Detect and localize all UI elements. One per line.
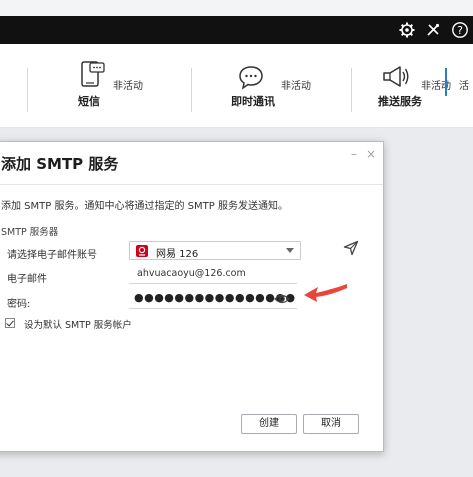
default-account-label: 设为默认 SMTP 服务帐户 (24, 320, 132, 331)
svg-text:?: ? (457, 24, 463, 37)
create-button[interactable]: 创建 (241, 414, 297, 434)
password-value: ●●●●●●●●●●●●●●●● (134, 291, 296, 304)
chevron-down-icon (286, 248, 294, 253)
close-icon[interactable]: × (366, 147, 376, 161)
section-title: SMTP 服务器 (1, 227, 59, 238)
tools-icon[interactable] (424, 21, 442, 39)
megaphone-icon[interactable] (381, 64, 411, 90)
password-field[interactable]: ●●●●●●●●●●●●●●●● (129, 290, 297, 309)
chat-icon[interactable] (237, 64, 265, 90)
default-account-checkbox[interactable] (5, 318, 15, 328)
channel-divider (191, 68, 192, 112)
sms-icon[interactable] (79, 60, 105, 88)
password-label: 密码: (7, 299, 31, 310)
netease-logo-icon (136, 245, 148, 257)
channel-divider (351, 68, 352, 112)
channel-label-push: 推送服务 (378, 95, 422, 108)
email-value: ahvuacaoyu@126.com (137, 268, 246, 279)
account-label: 请选择电子邮件账号 (7, 250, 97, 261)
channel-divider (27, 68, 28, 112)
channel-status-partial: 活 (459, 81, 469, 92)
account-value: 网易 126 (156, 249, 199, 260)
channel-label-im: 即时通讯 (231, 95, 275, 108)
partial-icon (445, 68, 447, 96)
annotation-arrow-icon (304, 284, 347, 302)
channel-status-sms: 非活动 (113, 81, 143, 92)
gear-icon[interactable] (398, 21, 416, 39)
window-top-margin (0, 0, 473, 16)
channel-status-im: 非活动 (281, 81, 311, 92)
help-icon[interactable]: ? (451, 21, 469, 39)
send-test-icon[interactable] (343, 240, 359, 256)
eye-icon[interactable] (274, 293, 290, 305)
email-field[interactable]: ahvuacaoyu@126.com (129, 265, 297, 284)
dialog-title: 添加 SMTP 服务 (1, 155, 119, 173)
title-divider (0, 184, 383, 185)
channel-label-sms: 短信 (78, 95, 100, 108)
dialog-description: 添加 SMTP 服务。通知中心将通过指定的 SMTP 服务发送通知。 (1, 201, 288, 212)
cancel-button[interactable]: 取消 (303, 414, 359, 434)
email-label: 电子邮件 (7, 274, 47, 285)
minimize-icon[interactable]: – (351, 147, 357, 161)
email-account-select[interactable]: 网易 126 (129, 241, 301, 260)
